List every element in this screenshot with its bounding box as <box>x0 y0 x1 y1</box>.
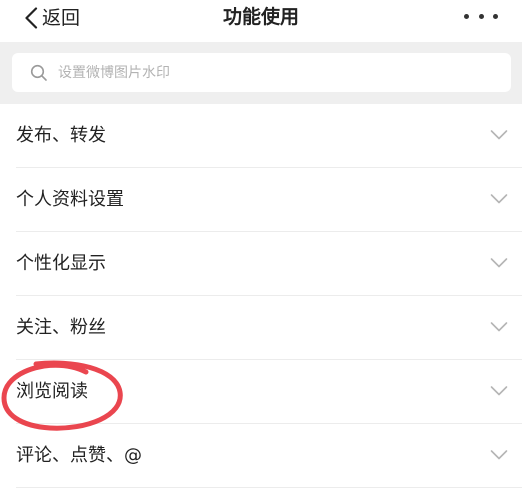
menu-item-personalized-display[interactable]: 个性化显示 <box>0 232 522 296</box>
chevron-down-icon <box>490 386 508 396</box>
menu-item-follow-fans[interactable]: 关注、粉丝 <box>0 296 522 360</box>
menu-item-comment-like-mention[interactable]: 评论、点赞、@ <box>0 424 522 488</box>
chevron-down-icon <box>490 194 508 204</box>
menu-item-publish-repost[interactable]: 发布、转发 <box>0 104 522 168</box>
menu-item-label: 个性化显示 <box>16 253 106 274</box>
search-input[interactable] <box>58 64 498 81</box>
chevron-left-icon <box>25 7 38 29</box>
chevron-down-icon <box>490 322 508 332</box>
search-section <box>0 42 522 104</box>
menu-item-label: 评论、点赞、@ <box>16 445 142 466</box>
more-horizontal-icon <box>493 13 498 19</box>
more-horizontal-icon <box>464 13 469 19</box>
back-label: 返回 <box>42 7 81 29</box>
chevron-down-icon <box>490 130 508 140</box>
menu-list: 发布、转发 个人资料设置 个性化显示 关注、粉丝 浏览阅读 评论、点赞、@ <box>0 104 522 488</box>
chevron-down-icon <box>490 258 508 268</box>
menu-item-label: 浏览阅读 <box>16 381 88 402</box>
menu-item-profile-settings[interactable]: 个人资料设置 <box>0 168 522 232</box>
menu-item-label: 发布、转发 <box>16 125 106 146</box>
search-icon <box>30 64 47 81</box>
chevron-down-icon <box>490 450 508 460</box>
navigation-bar: 返回 功能使用 <box>0 0 522 40</box>
menu-item-label: 关注、粉丝 <box>16 317 106 338</box>
more-horizontal-icon <box>478 13 484 19</box>
menu-item-label: 个人资料设置 <box>16 189 124 210</box>
menu-item-browse-read[interactable]: 浏览阅读 <box>0 360 522 424</box>
back-button[interactable]: 返回 <box>24 3 80 33</box>
search-box[interactable] <box>12 53 511 92</box>
more-button[interactable] <box>464 6 498 26</box>
